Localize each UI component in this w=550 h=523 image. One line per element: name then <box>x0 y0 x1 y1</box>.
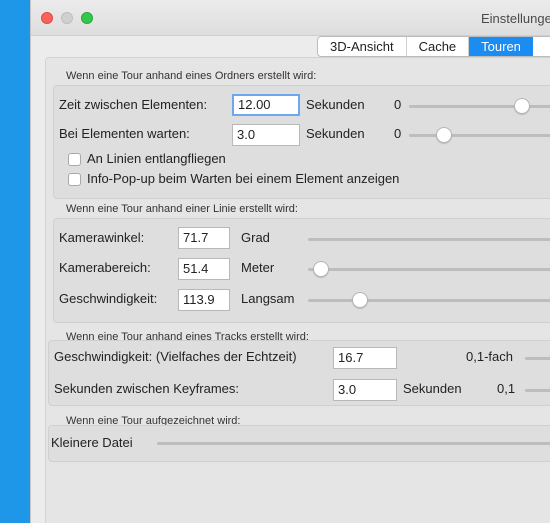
wait-at-min-label: 0 <box>394 126 402 141</box>
speed-slider-knob[interactable] <box>352 292 368 308</box>
tab-bar: 3D-Ansicht Cache Touren <box>317 36 550 57</box>
camera-range-slider-knob[interactable] <box>313 261 329 277</box>
track-tour-group: Geschwindigkeit: (Vielfaches der Echtzei… <box>48 340 550 406</box>
folder-tour-legend: Wenn eine Tour anhand eines Ordners erst… <box>66 70 317 82</box>
speed-slider-track[interactable] <box>308 299 550 302</box>
time-between-min-label: 0 <box>394 97 402 112</box>
speed-field[interactable]: 113.9 <box>178 289 230 311</box>
speed-unit: Langsam <box>241 291 295 306</box>
track-speed-label: Geschwindigkeit: (Vielfaches der Echtzei… <box>54 349 297 364</box>
keyframes-unit: Sekunden <box>403 381 462 396</box>
line-tour-group: Kamerawinkel: 71.7 Grad Kamerabereich: 5… <box>53 218 550 323</box>
camera-range-slider-track[interactable] <box>308 268 550 271</box>
recorded-tour-group: Kleinere Datei <box>48 425 550 462</box>
tab-cache[interactable]: Cache <box>407 37 470 56</box>
keyframes-field[interactable]: 3.0 <box>333 379 397 401</box>
show-popup-checkbox[interactable] <box>68 173 81 186</box>
window-title: Einstellungen <box>481 11 550 26</box>
time-between-label: Zeit zwischen Elementen: <box>59 97 208 112</box>
background-blue-strip <box>0 0 30 523</box>
wait-at-label: Bei Elementen warten: <box>59 126 190 141</box>
camera-angle-field[interactable]: 71.7 <box>178 227 230 249</box>
wait-at-slider-knob[interactable] <box>436 127 452 143</box>
track-speed-field[interactable]: 16.7 <box>333 347 397 369</box>
wait-at-field[interactable]: 3.0 <box>232 124 300 146</box>
camera-angle-slider-track[interactable] <box>308 238 550 241</box>
wait-at-slider-track[interactable] <box>409 134 550 137</box>
track-speed-slider-track[interactable] <box>525 357 550 360</box>
minimize-button[interactable] <box>61 12 73 24</box>
time-between-unit: Sekunden <box>306 97 365 112</box>
zoom-button[interactable] <box>81 12 93 24</box>
line-tour-legend: Wenn eine Tour anhand einer Linie erstel… <box>66 203 298 215</box>
tab-tours[interactable]: Touren <box>469 37 533 56</box>
tab-3d-view[interactable]: 3D-Ansicht <box>318 37 407 56</box>
keyframes-label: Sekunden zwischen Keyframes: <box>54 381 239 396</box>
preferences-window: Einstellungen 3D-Ansicht Cache Touren We… <box>30 0 550 523</box>
track-speed-min-label: 0,1-fach <box>466 349 513 364</box>
file-size-slider-track[interactable] <box>157 442 550 445</box>
title-bar[interactable]: Einstellungen <box>31 0 550 36</box>
fly-along-lines-label: An Linien entlangfliegen <box>87 151 226 166</box>
camera-range-field[interactable]: 51.4 <box>178 258 230 280</box>
keyframes-slider-track[interactable] <box>525 389 550 392</box>
camera-range-label: Kamerabereich: <box>59 260 151 275</box>
camera-angle-label: Kamerawinkel: <box>59 230 145 245</box>
fly-along-lines-checkbox[interactable] <box>68 153 81 166</box>
show-popup-label: Info-Pop-up beim Warten bei einem Elemen… <box>87 171 400 186</box>
wait-at-unit: Sekunden <box>306 126 365 141</box>
file-size-label: Kleinere Datei <box>51 435 133 450</box>
speed-label: Geschwindigkeit: <box>59 291 158 306</box>
keyframes-min-label: 0,1 <box>497 381 516 396</box>
camera-angle-unit: Grad <box>241 230 270 245</box>
folder-tour-group: Zeit zwischen Elementen: 12.00 Sekunden … <box>53 85 550 199</box>
time-between-field[interactable]: 12.00 <box>232 94 300 116</box>
close-button[interactable] <box>41 12 53 24</box>
time-between-slider-knob[interactable] <box>514 98 530 114</box>
camera-range-unit: Meter <box>241 260 275 275</box>
